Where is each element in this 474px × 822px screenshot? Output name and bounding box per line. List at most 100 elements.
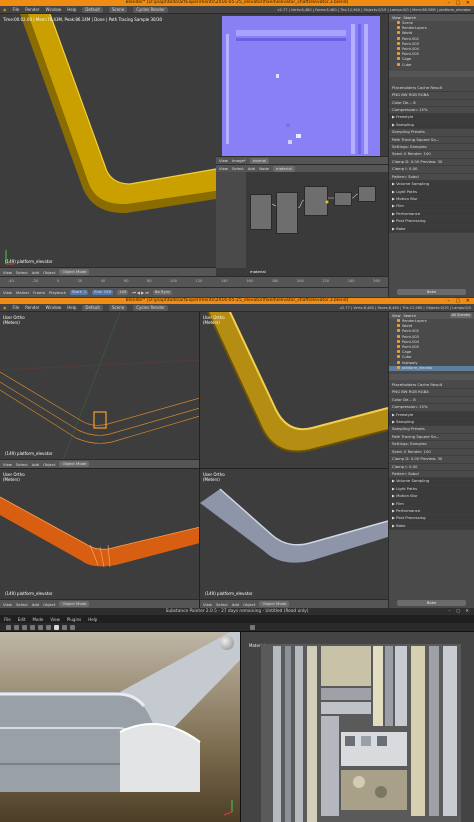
prop-row[interactable]: Seed: 0 Render: 100	[389, 449, 474, 457]
outliner-item[interactable]: Cube	[389, 62, 474, 68]
mode-select[interactable]: Object Mode	[59, 461, 90, 467]
menu-view[interactable]: View	[50, 617, 60, 622]
view-menu[interactable]: View	[3, 270, 12, 275]
prop-section[interactable]: ▶ Post Processing	[389, 515, 474, 523]
prop-row[interactable]: Color De... 8	[389, 100, 474, 108]
render-engine-select[interactable]: Cycles Render	[133, 6, 168, 13]
view-mode-icon[interactable]	[250, 625, 255, 630]
timeline-marker-menu[interactable]: Marker	[16, 290, 29, 295]
rendered-viewport[interactable]: Time:00:02.00 | Mem:76.43M, Peak:86.14M …	[0, 14, 216, 276]
select-menu[interactable]: Select	[216, 602, 228, 607]
prop-row[interactable]: Placeholders Cache Result	[389, 85, 474, 93]
prop-section[interactable]: ▶ Film	[389, 500, 474, 508]
properties-tabs[interactable]	[389, 374, 474, 381]
paint-tool-icon[interactable]	[6, 625, 11, 630]
layout-tool-icon[interactable]	[62, 625, 67, 630]
prop-row[interactable]: Clamp I: 0.00	[389, 166, 474, 174]
current-frame-field[interactable]: 149	[117, 290, 129, 295]
outliner-view-menu[interactable]: View	[392, 314, 401, 318]
prop-row[interactable]: Path Tracing Square Sa...	[389, 434, 474, 442]
prop-section[interactable]: ▶ Bake	[389, 522, 474, 531]
environment-preview-sphere[interactable]	[220, 636, 234, 650]
prop-row[interactable]: Compression: 15%	[389, 107, 474, 115]
properties-tabs[interactable]	[389, 70, 474, 77]
prop-section[interactable]: ▶ Film	[389, 203, 474, 211]
menu-help[interactable]: Help	[67, 7, 76, 12]
blender-logo-icon[interactable]: ◉	[3, 7, 7, 12]
add-menu[interactable]: Add	[32, 270, 39, 275]
outliner-filter-select[interactable]: All Scenes	[449, 313, 472, 318]
prop-row[interactable]: Seed: 0 Render: 100	[389, 151, 474, 159]
node-editor[interactable]: View Select Add Node material material	[216, 164, 388, 276]
view-menu[interactable]: View	[3, 462, 12, 467]
scene-select[interactable]: Scene	[108, 6, 128, 13]
image-view-menu[interactable]: View	[219, 158, 228, 163]
prop-section[interactable]: ▶ Sampling	[389, 419, 474, 427]
picker-tool-icon[interactable]	[46, 625, 51, 630]
prop-section[interactable]: ▶ Volume Sampling	[389, 181, 474, 189]
prop-row[interactable]: Clamp D: 0.00 Preview: 30	[389, 159, 474, 167]
window-controls[interactable]: – ▢ ✕	[448, 608, 471, 615]
prop-row[interactable]: Sampling Presets	[389, 426, 474, 434]
add-menu[interactable]: Add	[232, 602, 239, 607]
blender-logo-icon[interactable]: ◉	[3, 305, 7, 310]
prop-row[interactable]: Placeholders Cache Result	[389, 382, 474, 390]
menu-file[interactable]: File	[13, 305, 20, 310]
prop-row[interactable]: Compression: 15%	[389, 404, 474, 412]
mode-select[interactable]: Object Mode	[259, 601, 290, 607]
bake-button[interactable]: Bake	[397, 600, 466, 606]
add-menu[interactable]: Add	[32, 462, 39, 467]
object-menu[interactable]: Object	[43, 602, 55, 607]
timeline[interactable]: -40 -20 0 20 40 60 80 100 120 140 160 18…	[0, 276, 388, 297]
menu-file[interactable]: File	[13, 7, 20, 12]
image-editor[interactable]: View Image* normal	[216, 14, 388, 164]
camera-tool-icon[interactable]	[70, 625, 75, 630]
select-menu[interactable]: Select	[16, 462, 28, 467]
prop-row[interactable]: Pattern: Sobol	[389, 471, 474, 479]
prop-section[interactable]: ▶ Performance	[389, 210, 474, 219]
prop-section[interactable]: ▶ Volume Sampling	[389, 478, 474, 486]
substance-3d-viewport[interactable]	[0, 632, 240, 822]
mode-select[interactable]: Object Mode	[59, 601, 90, 607]
quad-view-top-right[interactable]: User Ortho (Meters)	[200, 312, 388, 468]
outliner-view-menu[interactable]: View	[392, 16, 401, 20]
image-name-field[interactable]: normal	[249, 157, 270, 164]
play-controls-icon[interactable]: ⏮ ◀ ▶ ⏭	[132, 290, 148, 295]
menu-render[interactable]: Render	[25, 7, 39, 12]
quad-view-bottom-right[interactable]: User Ortho (Meters) (149) platform_elevat…	[200, 468, 388, 608]
outliner-search-menu[interactable]: Search	[404, 314, 416, 318]
prop-row[interactable]: Pattern: Sobol	[389, 174, 474, 182]
prop-row[interactable]: Clamp D: 0.00 Preview: 30	[389, 456, 474, 464]
sync-select[interactable]: No Sync	[152, 290, 173, 295]
timeline-playback-menu[interactable]: Playback	[49, 290, 66, 295]
menu-window[interactable]: Window	[45, 7, 61, 12]
view-menu[interactable]: View	[203, 602, 212, 607]
view-menu[interactable]: View	[3, 602, 12, 607]
prop-section[interactable]: ▶ Post Processing	[389, 218, 474, 226]
prop-section[interactable]: ▶ Motion Blur	[389, 493, 474, 501]
outliner-search-menu[interactable]: Search	[404, 16, 416, 20]
mode-select[interactable]: Object Mode	[59, 269, 90, 275]
select-menu[interactable]: Select	[16, 270, 28, 275]
clone-tool-icon[interactable]	[38, 625, 43, 630]
timeline-view-menu[interactable]: View	[3, 290, 12, 295]
select-menu[interactable]: Select	[16, 602, 28, 607]
add-menu[interactable]: Add	[32, 602, 39, 607]
start-frame-field[interactable]: Start: 1	[69, 289, 89, 295]
object-menu[interactable]: Object	[243, 602, 255, 607]
prop-section[interactable]: ▶ Bake	[389, 225, 474, 233]
image-menu[interactable]: Image*	[232, 158, 246, 163]
scene-select[interactable]: Scene	[108, 304, 128, 311]
object-menu[interactable]: Object	[43, 462, 55, 467]
menu-help[interactable]: Help	[67, 305, 76, 310]
prop-row[interactable]: Clamp I: 0.00	[389, 464, 474, 471]
prop-section[interactable]: ▶ Performance	[389, 507, 474, 516]
prop-row[interactable]: Sampling Presets	[389, 129, 474, 137]
menu-render[interactable]: Render	[25, 305, 39, 310]
projection-tool-icon[interactable]	[22, 625, 27, 630]
prop-section[interactable]: ▶ Sampling	[389, 121, 474, 130]
quad-view-top-left[interactable]: User Ortho (Meters) (149) platform_elevat…	[0, 312, 200, 468]
layout-select[interactable]: Default	[82, 6, 103, 13]
end-frame-field[interactable]: End: 250	[92, 289, 114, 295]
layout-select[interactable]: Default	[82, 304, 103, 311]
